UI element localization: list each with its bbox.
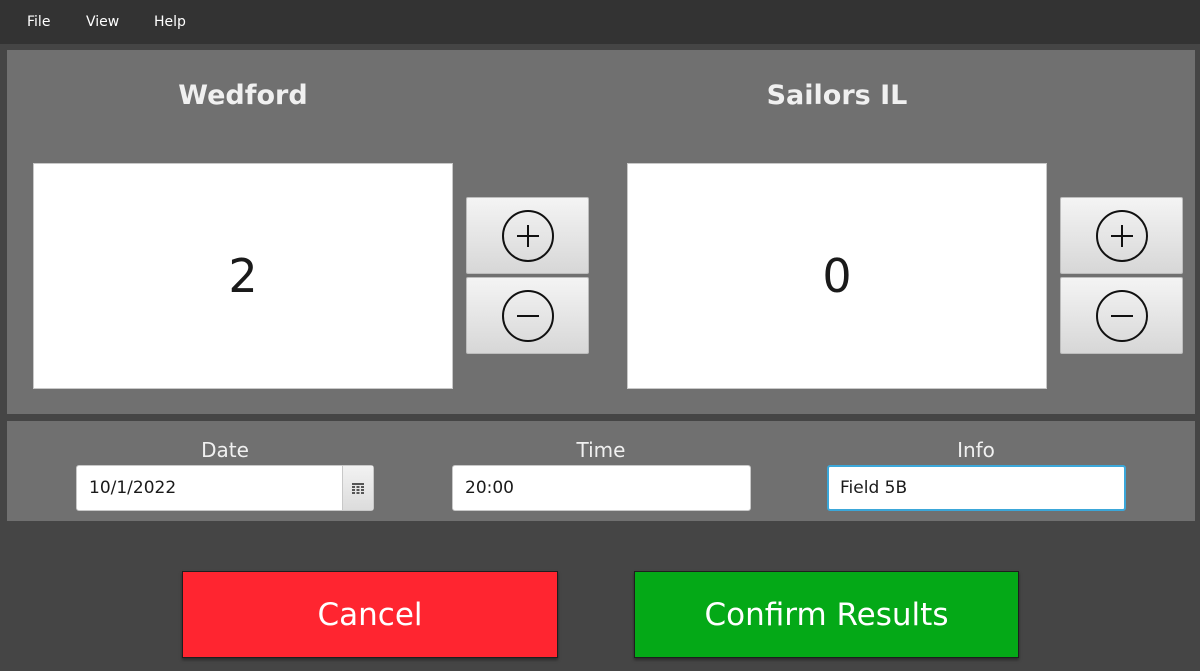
menu-file[interactable]: File (27, 13, 50, 31)
date-value: 10/1/2022 (89, 478, 177, 498)
date-field[interactable]: 10/1/2022 (76, 465, 374, 511)
info-field[interactable]: Field 5B (827, 465, 1126, 511)
away-team-name: Sailors IL (766, 80, 908, 111)
home-increment-button[interactable] (466, 197, 589, 274)
menu-view[interactable]: View (86, 13, 119, 31)
cancel-button[interactable]: Cancel (182, 571, 558, 658)
info-label: Info (957, 438, 995, 462)
home-score-display: 2 (33, 163, 453, 389)
calendar-icon (352, 482, 364, 494)
away-increment-button[interactable] (1060, 197, 1183, 274)
time-label: Time (576, 438, 626, 462)
menu-bar: File View Help (0, 0, 1200, 44)
away-score-display: 0 (627, 163, 1047, 389)
match-details-panel: Date Time Info 10/1/2022 20:00 Field 5B (7, 421, 1195, 521)
date-label: Date (201, 438, 249, 462)
time-field[interactable]: 20:00 (452, 465, 751, 511)
confirm-results-button[interactable]: Confirm Results (634, 571, 1019, 658)
date-picker-button[interactable] (342, 466, 373, 510)
menu-help[interactable]: Help (154, 13, 186, 31)
away-decrement-button[interactable] (1060, 277, 1183, 354)
minus-circle-icon (1095, 289, 1148, 342)
minus-circle-icon (501, 289, 554, 342)
score-panel: Wedford Sailors IL 2 0 (7, 50, 1195, 414)
plus-circle-icon (501, 209, 554, 262)
home-decrement-button[interactable] (466, 277, 589, 354)
plus-circle-icon (1095, 209, 1148, 262)
home-team-name: Wedford (178, 80, 308, 111)
